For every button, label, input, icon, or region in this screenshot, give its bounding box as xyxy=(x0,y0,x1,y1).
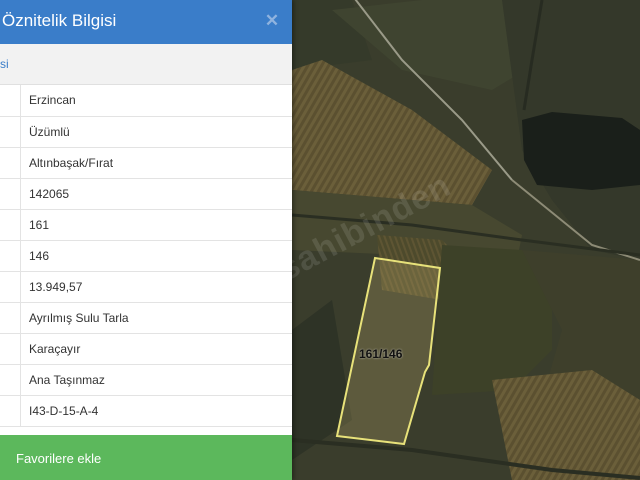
table-row: 161 xyxy=(0,209,292,240)
table-row: Erzincan xyxy=(0,85,292,116)
attribute-value: Karaçayır xyxy=(29,341,81,356)
attribute-value: Ana Taşınmaz xyxy=(29,372,105,387)
add-to-favorites-label: Favorilere ekle xyxy=(16,451,102,466)
attribute-key-cell xyxy=(0,209,21,240)
attribute-key-cell xyxy=(0,178,21,209)
attribute-key-cell xyxy=(0,85,21,116)
section-header: si xyxy=(0,44,292,85)
attribute-table: Erzincan Üzümlü Altınbaşak/Fırat 142065 161 1… xyxy=(0,85,292,427)
attribute-key-cell xyxy=(0,240,21,271)
attribute-key-cell xyxy=(0,364,21,395)
table-row: 13.949,57 xyxy=(0,271,292,302)
table-row: Ayrılmış Sulu Tarla xyxy=(0,302,292,333)
attribute-key-cell xyxy=(0,147,21,178)
table-row: Ana Taşınmaz xyxy=(0,364,292,395)
panel-header: Öznitelik Bilgisi ✕ xyxy=(0,0,292,44)
attribute-value: 142065 xyxy=(29,186,70,201)
attribute-key-cell xyxy=(0,333,21,364)
attribute-key-cell xyxy=(0,116,21,147)
table-row: Altınbaşak/Fırat xyxy=(0,147,292,178)
attribute-key-cell xyxy=(0,271,21,302)
satellite-map[interactable]: sahibinden 161/146 xyxy=(292,0,640,480)
attribute-key-cell xyxy=(0,395,21,426)
table-row: Karaçayır xyxy=(0,333,292,364)
table-row: Üzümlü xyxy=(0,116,292,147)
section-label: si xyxy=(0,57,9,71)
panel-title: Öznitelik Bilgisi xyxy=(2,11,117,30)
attribute-value: Erzincan xyxy=(29,93,76,108)
attribute-panel: Öznitelik Bilgisi ✕ si Erzincan Üzümlü Alt… xyxy=(0,0,292,480)
attribute-value: I43-D-15-A-4 xyxy=(29,403,99,418)
attribute-value: Ayrılmış Sulu Tarla xyxy=(29,310,129,325)
close-icon[interactable]: ✕ xyxy=(264,12,280,30)
attribute-value: 13.949,57 xyxy=(29,279,83,294)
attribute-value: 161 xyxy=(29,217,50,232)
attribute-value: Üzümlü xyxy=(29,124,70,139)
attribute-value: Altınbaşak/Fırat xyxy=(29,155,114,170)
table-row: 146 xyxy=(0,240,292,271)
parcel-label: 161/146 xyxy=(359,347,403,361)
add-to-favorites-button[interactable]: Favorilere ekle xyxy=(0,435,292,480)
table-row: 142065 xyxy=(0,178,292,209)
table-row: I43-D-15-A-4 xyxy=(0,395,292,426)
attribute-key-cell xyxy=(0,302,21,333)
attribute-value: 146 xyxy=(29,248,50,263)
